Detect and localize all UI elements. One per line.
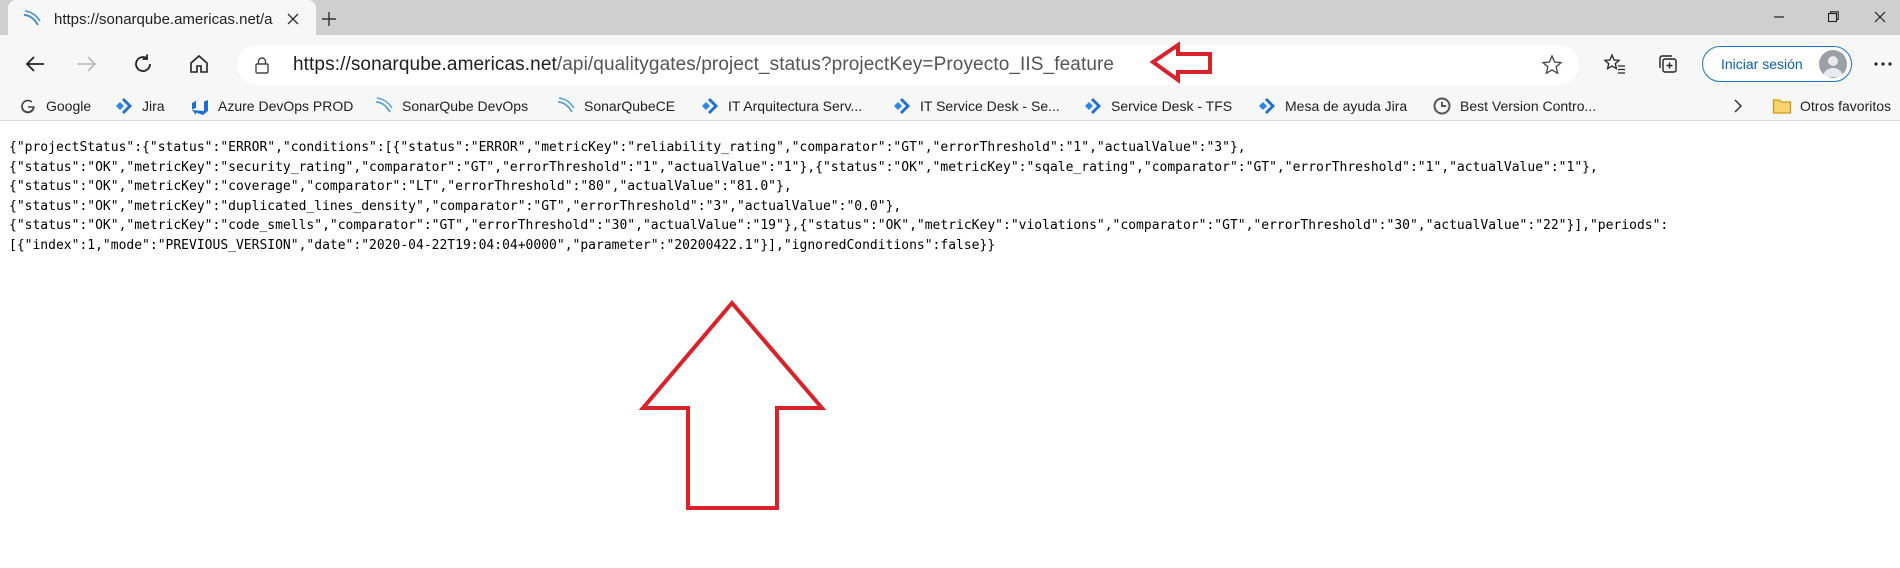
jira-icon xyxy=(1257,96,1277,116)
bookmark-label: Otros favoritos xyxy=(1800,98,1892,114)
bookmark-otros-favoritos[interactable]: Otros favoritos xyxy=(1772,95,1891,117)
bookmark-label: Google xyxy=(46,98,92,114)
bookmark-google[interactable]: Google xyxy=(18,95,91,117)
active-tab[interactable]: https://sonarqube.americas.net/a xyxy=(8,0,316,38)
bookmark-label: Best Version Contro... xyxy=(1460,98,1597,114)
json-line: {"status":"OK","metricKey":"code_smells"… xyxy=(9,218,1669,233)
sonarqube-icon xyxy=(374,96,394,116)
bookmark-azure-devops-prod[interactable]: Azure DevOps PROD xyxy=(190,95,353,117)
folder-icon xyxy=(1772,96,1792,116)
lock-icon[interactable] xyxy=(251,54,273,76)
jira-icon xyxy=(1083,96,1103,116)
url-host: https://sonarqube.americas.net xyxy=(293,54,557,75)
more-options-icon[interactable] xyxy=(1866,47,1900,81)
sign-in-label: Iniciar sesión xyxy=(1721,56,1803,72)
collections-icon[interactable] xyxy=(1651,47,1685,81)
favorites-list-icon[interactable] xyxy=(1598,47,1632,81)
sonarqube-icon xyxy=(556,96,576,116)
sign-in-button[interactable]: Iniciar sesión xyxy=(1702,46,1852,82)
json-line: {"status":"OK","metricKey":"security_rat… xyxy=(9,159,1598,175)
back-arrow-icon[interactable] xyxy=(18,47,52,81)
bookmark-sonarqubece[interactable]: SonarQubeCE xyxy=(556,95,675,117)
refresh-icon[interactable] xyxy=(126,47,160,81)
bookmark-it-service-desk[interactable]: IT Service Desk - Se... xyxy=(892,95,1060,117)
bookmark-label: IT Service Desk - Se... xyxy=(920,98,1060,114)
jira-icon xyxy=(114,96,134,116)
tab-title: https://sonarqube.americas.net/a xyxy=(54,10,273,28)
favorite-star-icon[interactable] xyxy=(1541,54,1563,76)
bookmark-label: Service Desk - TFS xyxy=(1111,98,1233,114)
jira-icon xyxy=(892,96,912,116)
chevron-right-icon[interactable] xyxy=(1728,95,1748,117)
url-path: /api/qualitygates/project_status?project… xyxy=(556,54,1115,75)
jira-icon xyxy=(700,96,720,116)
json-response: {"projectStatus":{"status":"ERROR","cond… xyxy=(9,138,1668,255)
json-line: {"status":"OK","metricKey":"duplicated_l… xyxy=(9,198,902,214)
bookmark-service-desk-tfs[interactable]: Service Desk - TFS xyxy=(1083,95,1232,117)
bookmark-label: SonarQube DevOps xyxy=(402,98,529,114)
forward-arrow-icon[interactable] xyxy=(70,47,104,81)
bookmark-mesa-de-ayuda-jira[interactable]: Mesa de ayuda Jira xyxy=(1257,95,1407,117)
close-tab-icon[interactable] xyxy=(282,8,304,30)
bookmark-label: Azure DevOps PROD xyxy=(218,98,354,114)
maximize-icon[interactable] xyxy=(1810,4,1856,30)
json-line: {"status":"OK","metricKey":"coverage","c… xyxy=(9,179,792,194)
tab-strip: https://sonarqube.americas.net/a xyxy=(0,0,1900,38)
bookmark-label: Jira xyxy=(142,98,165,114)
avatar xyxy=(1819,50,1847,78)
azure-devops-icon xyxy=(190,96,210,116)
sonarqube-icon xyxy=(22,9,42,29)
google-icon xyxy=(18,96,38,116)
json-line: {"projectStatus":{"status":"ERROR","cond… xyxy=(9,140,1246,155)
bookmark-best-version-control[interactable]: Best Version Contro... xyxy=(1432,95,1596,117)
bookmark-sonarqube-devops[interactable]: SonarQube DevOps xyxy=(374,95,528,117)
new-tab-icon[interactable] xyxy=(318,8,340,30)
gitlab-icon xyxy=(1432,96,1452,116)
bookmark-jira[interactable]: Jira xyxy=(114,95,165,117)
address-bar[interactable]: https://sonarqube.americas.net/api/quali… xyxy=(237,45,1579,85)
bookmark-label: IT Arquitectura Serv... xyxy=(728,98,863,114)
close-window-icon[interactable] xyxy=(1860,4,1900,30)
browser-toolbar: https://sonarqube.americas.net/api/quali… xyxy=(0,35,1900,93)
bookmark-label: SonarQubeCE xyxy=(584,98,676,114)
minimize-icon[interactable] xyxy=(1756,4,1802,30)
json-line: [{"index":1,"mode":"PREVIOUS_VERSION","d… xyxy=(9,237,996,253)
page-content: {"projectStatus":{"status":"ERROR","cond… xyxy=(0,121,1900,568)
bookmarks-bar: Google Jira Azure DevOps PROD SonarQube … xyxy=(0,93,1900,121)
home-icon[interactable] xyxy=(182,47,216,81)
bookmark-label: Mesa de ayuda Jira xyxy=(1285,98,1408,114)
bookmark-it-arquitectura[interactable]: IT Arquitectura Serv... xyxy=(700,95,862,117)
url-text[interactable]: https://sonarqube.americas.net/api/quali… xyxy=(293,54,1114,76)
